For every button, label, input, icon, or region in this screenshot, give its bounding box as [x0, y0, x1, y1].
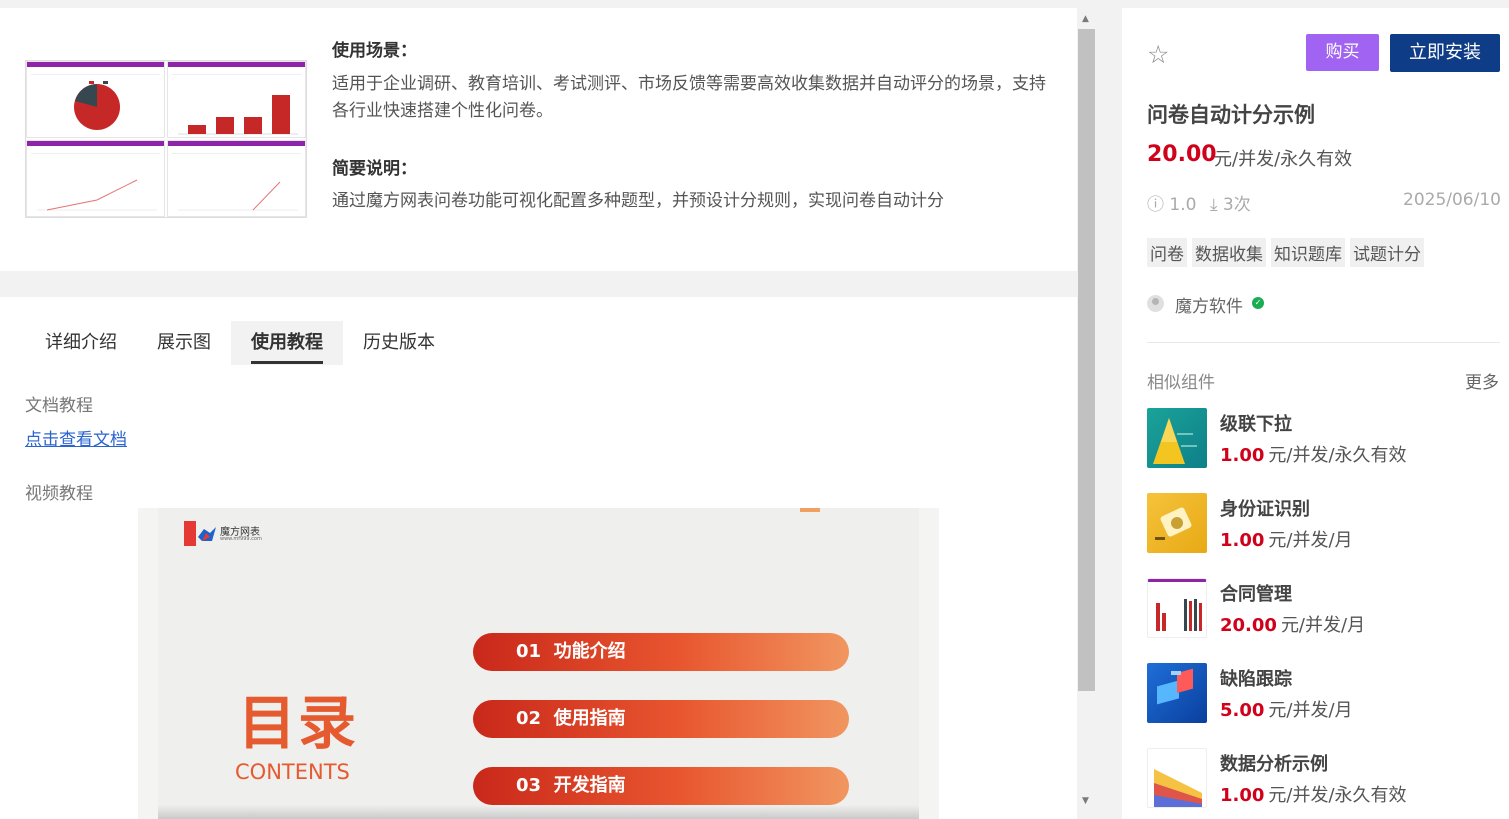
- thumb-cell-line-2: [167, 140, 306, 217]
- slide-item-num: 02: [516, 708, 542, 729]
- slide-item-1: 01 功能介绍: [473, 633, 849, 671]
- slide-subtitle: CONTENTS: [235, 760, 350, 784]
- summary-heading: 简要说明：: [332, 159, 417, 179]
- scrollbar-thumb[interactable]: [1078, 29, 1095, 691]
- tag[interactable]: 问卷: [1147, 238, 1187, 267]
- tag[interactable]: 试题计分: [1350, 238, 1424, 267]
- similar-item-image: [1147, 408, 1207, 468]
- tab-bar: 详细介绍 展示图 使用教程 历史版本: [25, 321, 455, 365]
- similar-item-price: 1.00 元/并发/永久有效: [1220, 785, 1407, 806]
- mofang-logo-bar: [184, 521, 196, 546]
- slide-item-3: 03 开发指南: [473, 767, 849, 805]
- overview-card: 使用场景： 适用于企业调研、教育培训、考试测评、市场反馈等需要高效收集数据并自动…: [0, 8, 1077, 271]
- similar-item[interactable]: 身份证识别 1.00 元/并发/月: [1147, 493, 1500, 555]
- thumb-cell-bar: [167, 61, 306, 138]
- similar-item-image: [1147, 663, 1207, 723]
- similar-item[interactable]: 合同管理 20.00 元/并发/月: [1147, 578, 1500, 640]
- slide-item-num: 01: [516, 641, 542, 662]
- doc-tutorial-label: 文档教程: [25, 396, 93, 416]
- similar-item-name: 缺陷跟踪: [1220, 669, 1292, 690]
- slide-accent: [800, 508, 820, 512]
- video-tutorial-label: 视频教程: [25, 484, 93, 504]
- similar-item[interactable]: 级联下拉 1.00 元/并发/永久有效: [1147, 408, 1500, 470]
- slide-title: 目录: [238, 689, 359, 757]
- scroll-up-icon[interactable]: ▲: [1082, 14, 1089, 24]
- info-icon: ⓘ: [1147, 195, 1164, 215]
- author-avatar: [1147, 295, 1164, 312]
- slide-item-num: 03: [516, 775, 542, 796]
- similar-item-price: 5.00 元/并发/月: [1220, 700, 1353, 721]
- scene-heading: 使用场景：: [332, 41, 417, 61]
- similar-item-price: 20.00 元/并发/月: [1220, 615, 1366, 636]
- similar-item-name: 合同管理: [1220, 584, 1292, 605]
- product-title: 问卷自动计分示例: [1147, 103, 1315, 127]
- install-button[interactable]: 立即安装: [1390, 34, 1500, 72]
- divider: [1147, 342, 1500, 343]
- similar-item[interactable]: 数据分析示例 1.00 元/并发/永久有效: [1147, 748, 1500, 810]
- slide-item-text: 使用指南: [553, 708, 626, 729]
- similar-item[interactable]: 缺陷跟踪 5.00 元/并发/月: [1147, 663, 1500, 725]
- slide-item-2: 02 使用指南: [473, 700, 849, 738]
- more-link[interactable]: 更多: [1465, 368, 1499, 393]
- tab-history[interactable]: 历史版本: [343, 321, 455, 365]
- logo-url: www.mf999.com: [220, 536, 262, 542]
- similar-item-name: 级联下拉: [1220, 414, 1292, 435]
- similar-item-price: 1.00 元/并发/月: [1220, 530, 1353, 551]
- summary-text: 通过魔方网表问卷功能可视化配置多种题型，并预设计分规则，实现问卷自动计分: [332, 191, 944, 211]
- similar-heading: 相似组件: [1147, 373, 1215, 393]
- tutorial-video[interactable]: 魔方网表 www.mf999.com 目录 CONTENTS 01 功能介绍 0…: [138, 508, 939, 819]
- release-date: 2025/06/10: [1403, 190, 1501, 210]
- tab-tutorial[interactable]: 使用教程: [231, 321, 343, 365]
- tag[interactable]: 数据收集: [1192, 238, 1266, 267]
- similar-item-price: 1.00 元/并发/永久有效: [1220, 445, 1407, 466]
- tag[interactable]: 知识题库: [1271, 238, 1345, 267]
- product-sidebar: ☆ 购买 立即安装 问卷自动计分示例 20.00 元/并发/永久有效 ⓘ 1.0…: [1122, 8, 1509, 819]
- similar-item-image: [1147, 578, 1207, 638]
- video-controls-shade: [158, 805, 919, 819]
- slide-item-text: 功能介绍: [553, 641, 626, 662]
- similar-item-name: 数据分析示例: [1220, 754, 1328, 775]
- main-scrollbar[interactable]: ▲ ▼: [1077, 8, 1097, 819]
- version-info: ⓘ 1.0: [1147, 190, 1196, 215]
- scene-text: 适用于企业调研、教育培训、考试测评、市场反馈等需要高效收集数据并自动评分的场景，…: [332, 74, 1046, 121]
- similar-item-image: [1147, 493, 1207, 553]
- view-doc-link[interactable]: 点击查看文档: [25, 425, 127, 450]
- main-panel: 使用场景： 适用于企业调研、教育培训、考试测评、市场反馈等需要高效收集数据并自动…: [0, 8, 1077, 819]
- mofang-logo-icon: [198, 527, 216, 541]
- product-thumbnail[interactable]: [25, 60, 307, 218]
- download-info: ⤓ 3次: [1210, 190, 1251, 215]
- buy-button[interactable]: 购买: [1306, 34, 1379, 71]
- slide-item-text: 开发指南: [553, 775, 626, 796]
- download-count: 3次: [1222, 195, 1251, 215]
- similar-item-image: [1147, 748, 1207, 808]
- tag-list: 问卷 数据收集 知识题库 试题计分: [1147, 238, 1424, 267]
- download-icon: ⤓: [1210, 195, 1218, 215]
- section-gap: [0, 271, 1077, 297]
- video-slide: 魔方网表 www.mf999.com 目录 CONTENTS 01 功能介绍 0…: [158, 508, 919, 819]
- version-value: 1.0: [1169, 195, 1197, 215]
- verified-icon: ✓: [1252, 297, 1264, 309]
- favorite-star-icon[interactable]: ☆: [1147, 40, 1169, 69]
- scroll-down-icon[interactable]: ▼: [1082, 796, 1089, 806]
- thumb-cell-line-1: [26, 140, 165, 217]
- similar-item-name: 身份证识别: [1220, 499, 1310, 520]
- tab-details[interactable]: 详细介绍: [25, 321, 137, 365]
- thumb-cell-pie: [26, 61, 165, 138]
- author-name[interactable]: 魔方软件: [1175, 292, 1243, 317]
- tab-screenshots[interactable]: 展示图: [137, 321, 231, 365]
- product-price-unit: 元/并发/永久有效: [1214, 149, 1353, 170]
- product-price: 20.00: [1147, 142, 1217, 167]
